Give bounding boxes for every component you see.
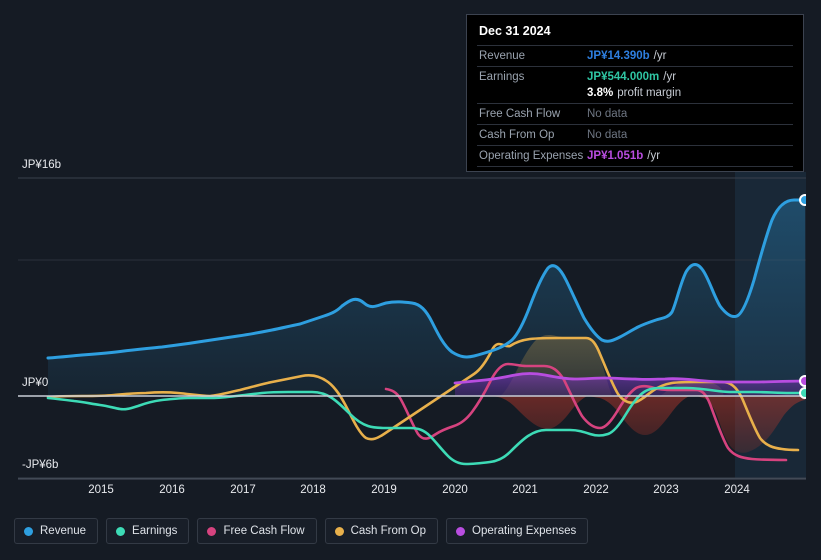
endpoint-marker-operating-expenses <box>799 375 806 387</box>
tooltip-row-earnings: Earnings JP¥544.000m /yr <box>477 66 793 87</box>
x-axis-label-2021: 2021 <box>512 484 538 496</box>
x-axis-label-2015: 2015 <box>88 484 114 496</box>
tooltip-label-revenue: Revenue <box>479 50 526 62</box>
tooltip-value-cash-from-op: No data <box>587 129 628 141</box>
tooltip-unit-profit-margin: profit margin <box>617 87 682 99</box>
tooltip-value-revenue: JP¥14.390b <box>587 50 650 62</box>
endpoint-marker-earnings <box>799 387 806 399</box>
tooltip-label-earnings: Earnings <box>479 71 525 83</box>
legend-dot-earnings-icon <box>116 526 126 536</box>
x-axis-label-2024: 2024 <box>724 484 750 496</box>
legend-label-revenue: Revenue <box>40 525 87 537</box>
tooltip-row-profit-margin: 3.8% profit margin <box>477 87 793 103</box>
y-axis-label-zero: JP¥0 <box>22 377 49 389</box>
tooltip-label-operating-expenses: Operating Expenses <box>479 150 584 162</box>
tooltip-unit-revenue: /yr <box>653 50 667 62</box>
endpoint-marker-revenue <box>799 194 806 206</box>
x-axis-label-2016: 2016 <box>159 484 185 496</box>
legend-dot-operating-expenses-icon <box>456 526 466 536</box>
legend-item-operating-expenses[interactable]: Operating Expenses <box>446 518 589 544</box>
chart-tooltip: Dec 31 2024 Revenue JP¥14.390b /yr Earni… <box>466 14 804 172</box>
legend-item-earnings[interactable]: Earnings <box>106 518 190 544</box>
tooltip-unit-earnings: /yr <box>663 71 677 83</box>
series-line-earnings <box>46 386 806 466</box>
tooltip-row-revenue: Revenue JP¥14.390b /yr <box>477 45 793 66</box>
x-axis-label-2019: 2019 <box>371 484 397 496</box>
x-axis-label-2022: 2022 <box>583 484 609 496</box>
tooltip-value-operating-expenses: JP¥1.051b <box>587 150 644 162</box>
legend-item-revenue[interactable]: Revenue <box>14 518 99 544</box>
legend-label-free-cash-flow: Free Cash Flow <box>223 525 305 537</box>
tooltip-label-cash-from-op: Cash From Op <box>479 129 555 141</box>
tooltip-value-profit-margin: 3.8% <box>587 87 614 99</box>
tooltip-row-operating-expenses: Operating Expenses JP¥1.051b /yr <box>477 145 793 167</box>
x-axis-label-2018: 2018 <box>300 484 326 496</box>
chart-legend: Revenue Earnings Free Cash Flow Cash Fro… <box>14 518 589 544</box>
y-axis-label-top: JP¥16b <box>22 159 62 171</box>
legend-label-earnings: Earnings <box>132 525 178 537</box>
financial-chart: JP¥16b JP¥0 -JP¥6b 2015 2016 2017 2018 2… <box>0 0 821 560</box>
legend-dot-cash-from-op-icon <box>334 526 344 536</box>
tooltip-row-cash-from-op: Cash From Op No data <box>477 124 793 145</box>
tooltip-date: Dec 31 2024 <box>479 24 551 38</box>
legend-dot-free-cash-flow-icon <box>207 526 217 536</box>
y-axis-label-bottom: -JP¥6b <box>22 459 59 471</box>
x-axis-label-2023: 2023 <box>653 484 679 496</box>
revenue-area <box>48 200 805 396</box>
tooltip-label-free-cash-flow: Free Cash Flow <box>479 108 561 120</box>
tooltip-value-earnings: JP¥544.000m <box>587 71 660 83</box>
legend-label-operating-expenses: Operating Expenses <box>472 525 577 537</box>
x-axis-label-2020: 2020 <box>442 484 468 496</box>
x-axis-label-2017: 2017 <box>230 484 256 496</box>
legend-item-cash-from-op[interactable]: Cash From Op <box>324 518 439 544</box>
tooltip-row-free-cash-flow: Free Cash Flow No data <box>477 103 793 124</box>
legend-item-free-cash-flow[interactable]: Free Cash Flow <box>197 518 317 544</box>
tooltip-unit-operating-expenses: /yr <box>647 150 661 162</box>
legend-dot-revenue-icon <box>24 526 33 536</box>
tooltip-value-free-cash-flow: No data <box>587 108 628 120</box>
legend-label-cash-from-op: Cash From Op <box>350 525 427 537</box>
